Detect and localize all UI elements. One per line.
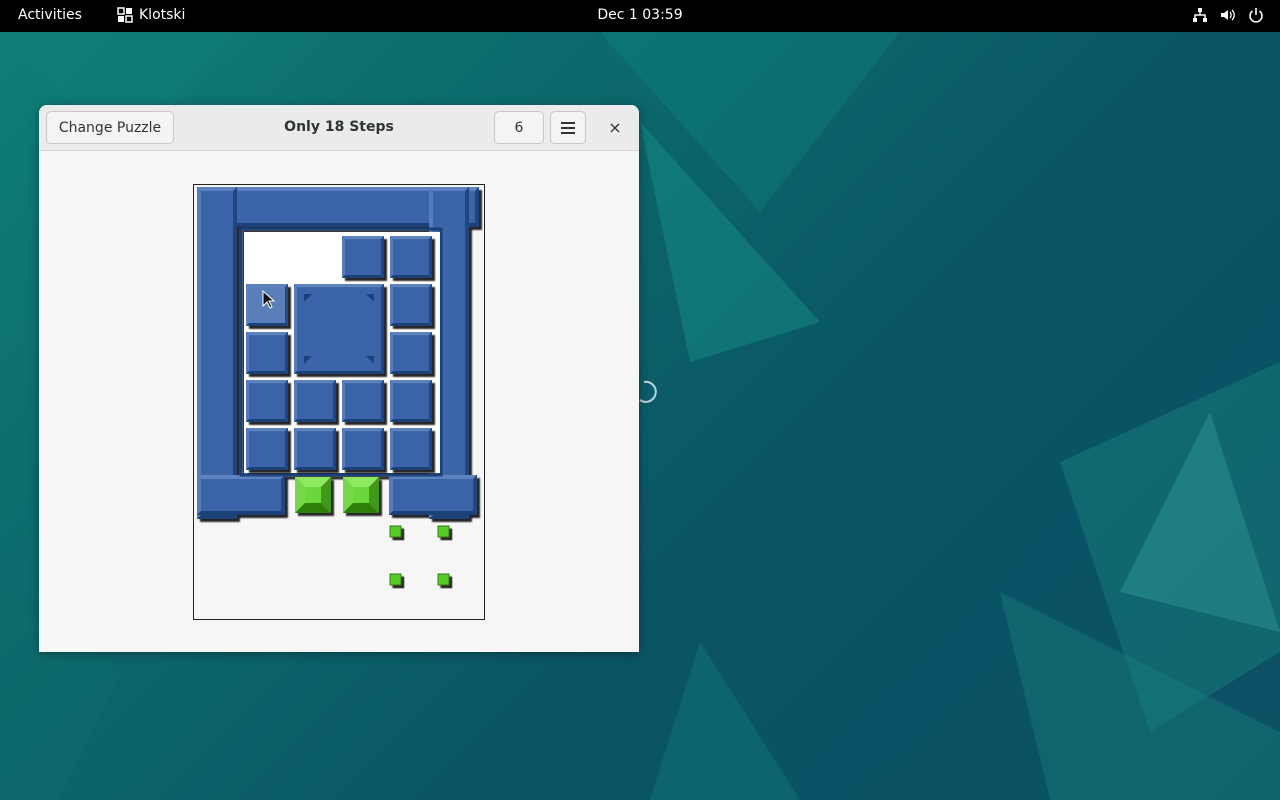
small-block[interactable] xyxy=(246,332,288,374)
close-button[interactable]: × xyxy=(600,111,630,144)
small-block[interactable] xyxy=(342,428,384,470)
goal-pieces[interactable] xyxy=(295,477,379,513)
mouse-pointer-icon xyxy=(262,289,276,314)
power-icon[interactable] xyxy=(1248,7,1264,23)
header-bar: Change Puzzle Only 18 Steps 6 × xyxy=(39,105,639,151)
klotski-window: Change Puzzle Only 18 Steps 6 × xyxy=(39,105,639,652)
small-block[interactable] xyxy=(342,236,384,278)
volume-icon[interactable] xyxy=(1220,7,1236,23)
klotski-app-icon xyxy=(117,7,133,23)
app-menu-label: Klotski xyxy=(139,7,186,23)
change-puzzle-button[interactable]: Change Puzzle xyxy=(46,111,174,144)
small-block[interactable] xyxy=(390,284,432,326)
small-block[interactable] xyxy=(294,380,336,422)
puzzle-board[interactable] xyxy=(193,184,485,620)
clock[interactable]: Dec 1 03:59 xyxy=(597,7,682,23)
goal-block[interactable] xyxy=(295,477,331,513)
target-marker xyxy=(389,573,402,586)
target-marker xyxy=(389,525,402,538)
system-tray[interactable] xyxy=(1192,7,1264,23)
goal-block[interactable] xyxy=(343,477,379,513)
activities-button[interactable]: Activities xyxy=(18,7,82,23)
close-icon: × xyxy=(608,118,622,137)
small-block[interactable] xyxy=(294,428,336,470)
small-block[interactable] xyxy=(342,380,384,422)
wall-segment xyxy=(197,475,285,515)
target-marker xyxy=(437,573,450,586)
network-icon[interactable] xyxy=(1192,7,1208,23)
board-canvas[interactable] xyxy=(194,185,484,619)
target-marker xyxy=(437,525,450,538)
small-block[interactable] xyxy=(246,428,288,470)
wall-segment xyxy=(389,475,477,515)
wall-segment xyxy=(197,187,237,519)
top-bar: Activities Klotski Dec 1 03:59 xyxy=(0,0,1280,32)
small-block[interactable] xyxy=(390,380,432,422)
small-block[interactable] xyxy=(390,332,432,374)
moves-counter-button[interactable]: 6 xyxy=(494,111,544,144)
small-block[interactable] xyxy=(390,428,432,470)
big-block[interactable] xyxy=(294,284,384,374)
small-block[interactable] xyxy=(246,380,288,422)
small-block[interactable] xyxy=(390,236,432,278)
main-menu-button[interactable] xyxy=(550,111,586,144)
target-markers xyxy=(389,525,450,586)
app-menu[interactable]: Klotski xyxy=(117,7,185,23)
hamburger-menu-icon xyxy=(560,121,576,135)
